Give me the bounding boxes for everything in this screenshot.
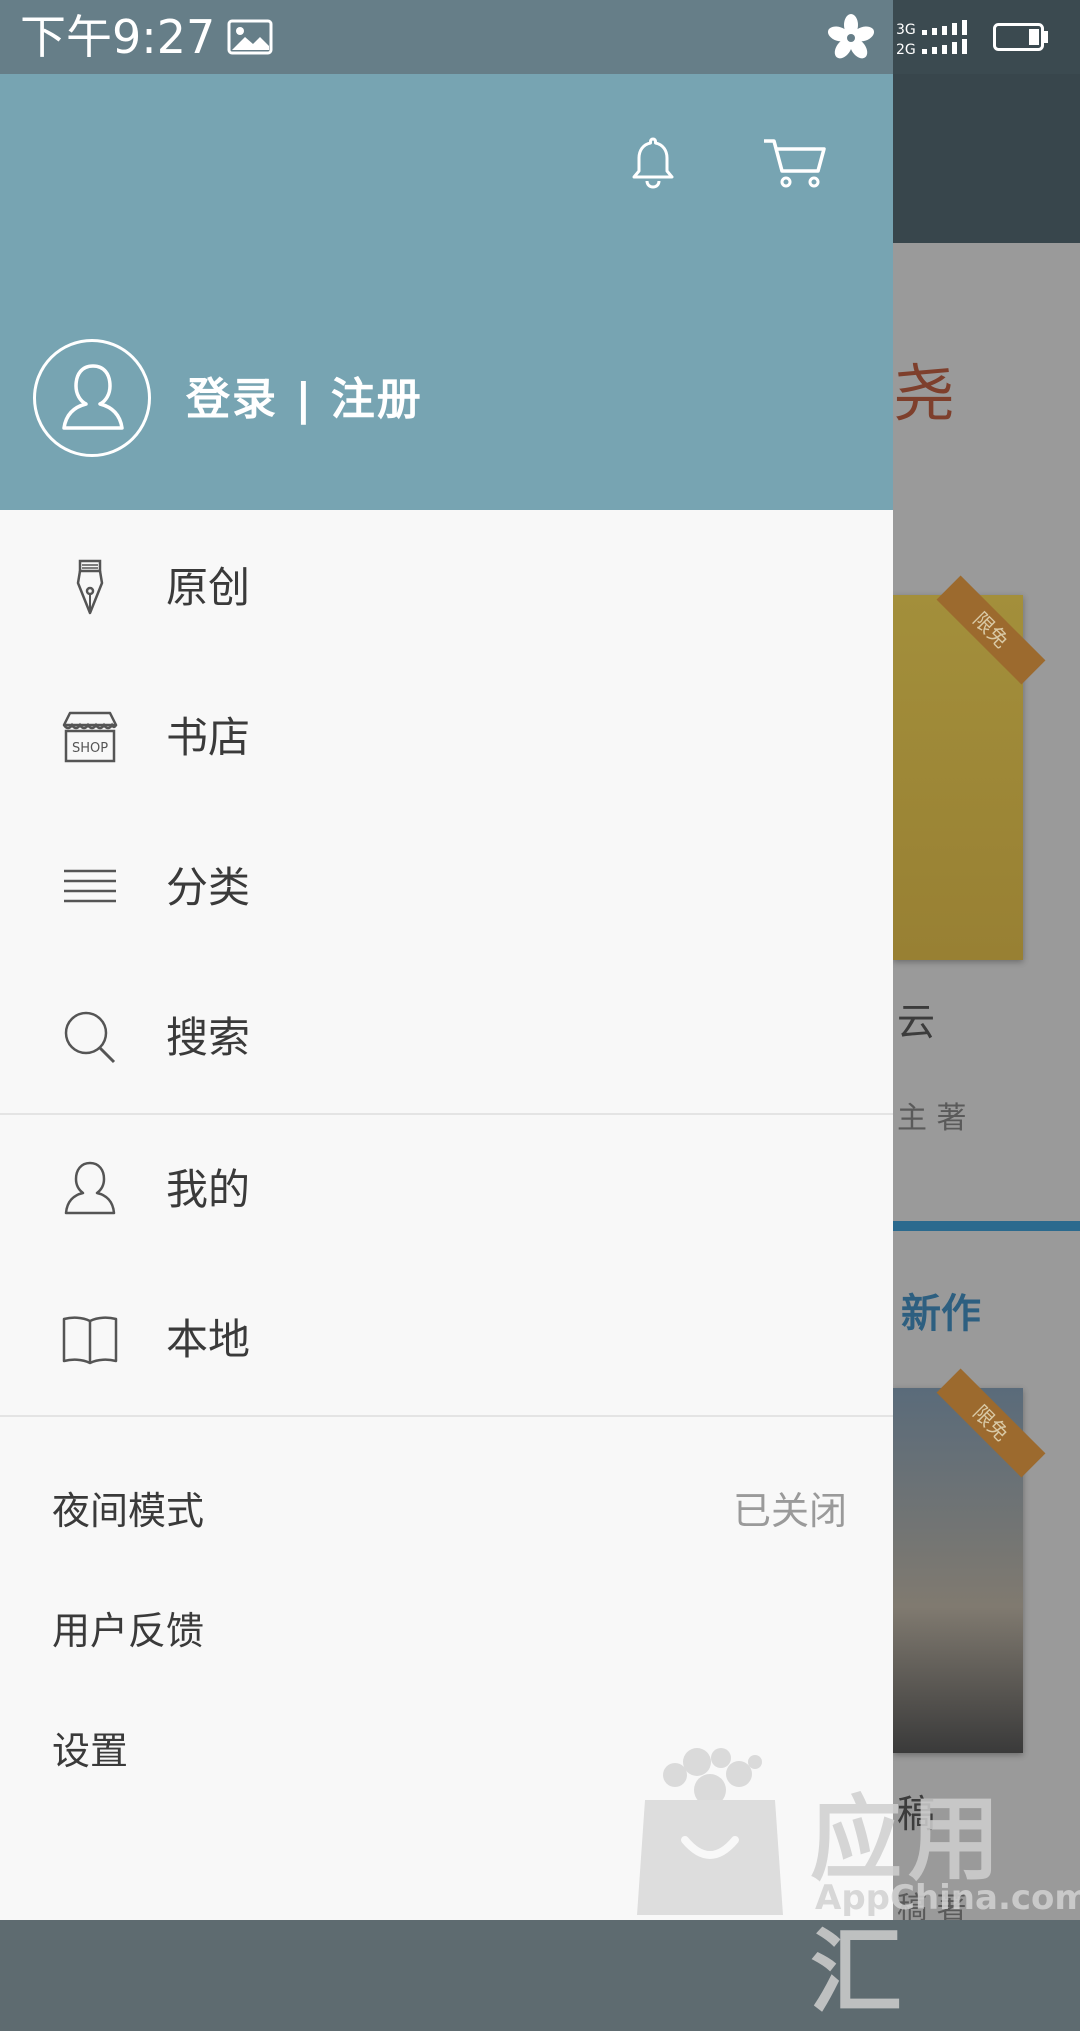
flower-notification-icon bbox=[827, 14, 875, 59]
menu-item-label: 原创 bbox=[166, 563, 251, 612]
background-book-title: 云 bbox=[897, 1000, 936, 1044]
bell-icon[interactable] bbox=[625, 135, 681, 191]
menu-item-label: 分类 bbox=[166, 863, 251, 912]
drawer-header: 登录 | 注册 bbox=[0, 74, 893, 510]
watermark-subtext: AppChina.com bbox=[815, 1878, 1080, 1918]
menu-item-label: 本地 bbox=[166, 1315, 251, 1364]
menu-item-label: 搜索 bbox=[166, 1013, 251, 1062]
login-register-link[interactable]: 登录 | 注册 bbox=[186, 372, 423, 428]
network-top-label: 3G bbox=[896, 22, 916, 38]
free-badge: 限免 bbox=[936, 575, 1046, 685]
menu-item-category[interactable]: 分类 bbox=[0, 812, 893, 962]
night-mode-toggle[interactable]: 夜间模式 已关闭 bbox=[0, 1450, 893, 1568]
shop-icon: SHOP bbox=[62, 711, 118, 763]
user-icon bbox=[64, 1161, 116, 1215]
menu-item-search[interactable]: 搜索 bbox=[0, 962, 893, 1112]
background-content: 尧 限免 云 主 著 新作 限免 稿 稿 著 bbox=[893, 243, 1080, 1920]
list-icon bbox=[64, 869, 116, 903]
shop-icon-text: SHOP bbox=[72, 741, 108, 756]
gallery-notification-icon bbox=[227, 19, 273, 55]
fountain-pen-icon bbox=[76, 559, 104, 615]
navigation-drawer: 登录 | 注册 原创 SHOP 书店 分类 搜索 我的 本地 夜间模式 已关闭 … bbox=[0, 0, 893, 1920]
menu-divider bbox=[0, 1415, 893, 1417]
night-mode-status: 已关闭 bbox=[732, 1489, 847, 1533]
user-avatar-icon bbox=[62, 364, 124, 430]
free-badge: 限免 bbox=[936, 1368, 1046, 1478]
menu-item-bookstore[interactable]: SHOP 书店 bbox=[0, 662, 893, 812]
cart-icon[interactable] bbox=[762, 135, 828, 191]
settings-label: 设置 bbox=[52, 1729, 129, 1773]
status-bar: 下午9:27 3G 2G bbox=[0, 0, 1080, 74]
appchina-watermark: 应用汇 AppChina.com bbox=[635, 1740, 1080, 2026]
network-bottom-label: 2G bbox=[896, 42, 916, 58]
night-mode-label: 夜间模式 bbox=[52, 1489, 205, 1533]
background-section-heading: 新作 bbox=[901, 1291, 981, 1337]
menu-item-mine[interactable]: 我的 bbox=[0, 1114, 893, 1264]
book-icon bbox=[62, 1316, 118, 1365]
battery-icon bbox=[993, 23, 1048, 51]
menu-item-original[interactable]: 原创 bbox=[0, 512, 893, 662]
menu-item-local[interactable]: 本地 bbox=[0, 1264, 893, 1414]
background-heading-char: 尧 bbox=[893, 357, 956, 430]
background-book-cover[interactable]: 限免 bbox=[893, 575, 1046, 960]
avatar[interactable] bbox=[33, 339, 151, 457]
menu-item-label: 我的 bbox=[166, 1165, 251, 1214]
user-feedback-item[interactable]: 用户反馈 bbox=[0, 1570, 893, 1688]
user-feedback-label: 用户反馈 bbox=[52, 1609, 205, 1653]
shopping-bag-logo-icon bbox=[637, 1748, 783, 1915]
background-divider bbox=[893, 1221, 1080, 1231]
menu-item-label: 书店 bbox=[166, 713, 251, 762]
background-book-author: 主 著 bbox=[897, 1101, 967, 1136]
search-icon bbox=[64, 1011, 116, 1064]
status-time: 下午9:27 bbox=[20, 10, 216, 64]
background-book-cover[interactable]: 限免 bbox=[893, 1368, 1046, 1753]
signal-icon: 3G 2G bbox=[896, 20, 967, 58]
